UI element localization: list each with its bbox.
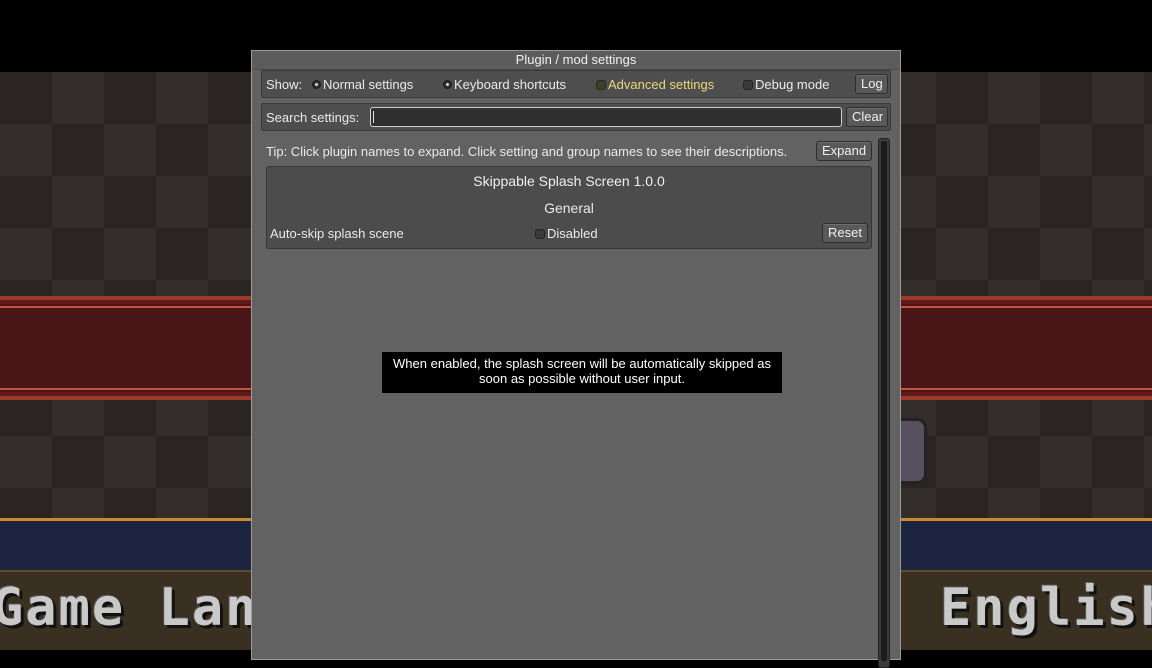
option-label: Debug mode (755, 77, 830, 92)
checkbox-icon[interactable] (596, 79, 606, 90)
advanced-settings-option[interactable]: Advanced settings (596, 77, 714, 92)
normal-settings-option[interactable]: Normal settings (312, 77, 413, 92)
plugin-name[interactable]: Skippable Splash Screen 1.0.0 (267, 173, 871, 189)
radio-icon[interactable] (312, 80, 321, 89)
option-label: Keyboard shortcuts (454, 77, 567, 92)
reset-button[interactable]: Reset (822, 223, 868, 243)
debug-mode-option[interactable]: Debug mode (743, 77, 829, 92)
radio-icon[interactable] (443, 80, 452, 89)
keyboard-shortcuts-option[interactable]: Keyboard shortcuts (443, 77, 566, 92)
option-label: Normal settings (323, 77, 414, 92)
plugin-section: Skippable Splash Screen 1.0.0 General Au… (266, 166, 872, 249)
expand-button[interactable]: Expand (816, 141, 872, 161)
background-setting-value: English (940, 578, 1152, 638)
search-label: Search settings: (266, 110, 360, 125)
log-button[interactable]: Log (855, 74, 888, 94)
show-label: Show: (266, 77, 303, 92)
auto-skip-toggle[interactable]: Disabled (535, 226, 598, 241)
group-name[interactable]: General (267, 200, 871, 216)
toggle-label: Disabled (547, 226, 598, 241)
checkbox-icon[interactable] (535, 228, 545, 239)
show-filter-panel: Show: Normal settings Keyboard shortcuts… (261, 70, 891, 98)
background-arrow-icon (898, 418, 927, 484)
dialog-title[interactable]: Plugin / mod settings (252, 51, 900, 70)
plugin-settings-dialog: Plugin / mod settings Show: Normal setti… (251, 50, 901, 668)
settings-list[interactable]: Tip: Click plugin names to expand. Click… (261, 136, 878, 666)
option-label: Advanced settings (608, 77, 715, 92)
text-caret (373, 111, 374, 123)
setting-description-tooltip: When enabled, the splash screen will be … (382, 352, 782, 393)
setting-name[interactable]: Auto-skip splash scene (270, 226, 404, 241)
settings-scrollbar[interactable] (878, 138, 890, 668)
tip-text: Tip: Click plugin names to expand. Click… (266, 144, 788, 159)
clear-button[interactable]: Clear (846, 107, 888, 127)
search-panel: Search settings: Clear (261, 103, 891, 131)
search-input[interactable] (370, 107, 842, 127)
scrollbar-thumb[interactable] (881, 141, 887, 661)
checkbox-icon[interactable] (743, 79, 753, 90)
